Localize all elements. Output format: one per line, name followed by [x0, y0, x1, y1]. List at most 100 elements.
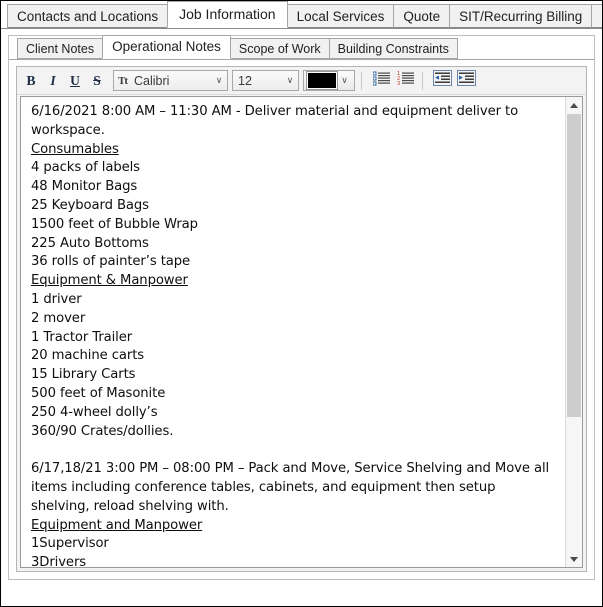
scrollbar-thumb[interactable] [567, 114, 581, 417]
font-family-value: Calibri [134, 73, 170, 88]
note-line: Consumables [31, 141, 557, 160]
tab-building-constraints[interactable]: Building Constraints [328, 38, 458, 59]
tab-scope-of-work[interactable]: Scope of Work [229, 38, 330, 59]
note-line: 1500 feet of Bubble Wrap [31, 216, 557, 235]
scroll-up-button[interactable] [566, 97, 582, 113]
numbered-list-icon: 1 2 3 [397, 71, 414, 91]
note-text: 15 Library Carts [31, 367, 136, 383]
note-text: 1 driver [31, 291, 82, 307]
underline-icon: U [70, 72, 80, 88]
color-swatch [305, 71, 339, 90]
tab-job-information[interactable]: Job Information [167, 1, 288, 28]
note-line: 250 4-wheel dolly’s [31, 404, 557, 423]
note-line: 1 Tractor Trailer [31, 329, 557, 348]
note-text: Equipment & Manpower [31, 273, 188, 289]
scroll-down-button[interactable] [566, 551, 582, 567]
note-line: 20 machine carts [31, 347, 557, 366]
notes-panel: Client Notes Operational Notes Scope of … [8, 35, 595, 580]
note-text: 6/16/2021 8:00 AM – 11:30 AM - Deliver m… [31, 104, 519, 138]
note-text: 500 feet of Masonite [31, 385, 166, 401]
note-line: 4 packs of labels [31, 159, 557, 178]
notes-text-area[interactable]: 6/16/2021 8:00 AM – 11:30 AM - Deliver m… [20, 96, 583, 568]
tab-billing-information[interactable]: Billing Informatio [591, 4, 602, 28]
inner-tab-bar: Client Notes Operational Notes Scope of … [9, 35, 594, 60]
tab-label: Job Information [179, 6, 276, 22]
italic-icon: I [50, 72, 56, 88]
notes-document[interactable]: 6/16/2021 8:00 AM – 11:30 AM - Deliver m… [21, 97, 565, 567]
numbered-list-button[interactable]: 1 2 3 [394, 70, 416, 92]
strikethrough-button[interactable]: S [86, 70, 108, 92]
note-line: 48 Monitor Bags [31, 178, 557, 197]
chevron-up-icon [570, 102, 578, 108]
note-text: Consumables [31, 141, 119, 157]
note-line: 3Drivers [31, 554, 557, 567]
note-text: 360/90 Crates/dollies. [31, 423, 174, 439]
application-window: Contacts and Locations Job Information L… [0, 0, 603, 607]
note-line: 25 Keyboard Bags [31, 197, 557, 216]
tab-quote[interactable]: Quote [393, 4, 451, 28]
note-line: 6/17,18/21 3:00 PM – 08:00 PM – Pack and… [31, 460, 557, 516]
tab-operational-notes[interactable]: Operational Notes [102, 35, 231, 59]
chevron-down-icon: ∨ [341, 75, 348, 85]
decrease-indent-button[interactable] [431, 70, 453, 92]
tab-client-notes[interactable]: Client Notes [17, 38, 104, 59]
note-line: 500 feet of Masonite [31, 385, 557, 404]
note-text: 48 Monitor Bags [31, 179, 138, 195]
note-text: 3Drivers [31, 555, 87, 567]
chevron-down-icon [570, 556, 578, 562]
bold-button[interactable]: B [20, 70, 42, 92]
note-text: 225 Auto Bottoms [31, 235, 149, 251]
note-text: 20 machine carts [31, 348, 145, 364]
note-line: 2 mover [31, 310, 557, 329]
increase-indent-icon [456, 70, 476, 91]
rich-text-editor: B I U S Tt Calibri ∨ 12 ∨ ∨ 1 2 3 6/16/2… [16, 66, 587, 572]
tab-label: Quote [403, 9, 441, 24]
note-text: 250 4-wheel dolly’s [31, 404, 158, 420]
job-information-panel: Client Notes Operational Notes Scope of … [1, 29, 602, 606]
svg-text:3: 3 [397, 81, 400, 86]
chevron-down-icon: ∨ [215, 75, 223, 85]
tab-label: Contacts and Locations [17, 9, 159, 24]
text-color-select[interactable]: ∨ [303, 70, 355, 91]
tab-contacts-and-locations[interactable]: Contacts and Locations [7, 4, 169, 28]
note-line-blank [31, 441, 557, 460]
note-line: 360/90 Crates/dollies. [31, 423, 557, 442]
note-line: Equipment & Manpower [31, 272, 557, 291]
note-text: 1 Tractor Trailer [31, 329, 133, 345]
tab-sit-recurring-billing[interactable]: SIT/Recurring Billing [449, 4, 593, 28]
vertical-scrollbar[interactable] [565, 97, 582, 567]
italic-button[interactable]: I [42, 70, 64, 92]
note-line: 1Supervisor [31, 535, 557, 554]
note-text: 1Supervisor [31, 536, 109, 552]
toolbar-divider [361, 71, 362, 90]
tab-label: Client Notes [26, 42, 95, 56]
tab-label: Scope of Work [238, 42, 321, 56]
bulleted-list-icon [372, 71, 390, 91]
underline-button[interactable]: U [64, 70, 86, 92]
tab-label: Building Constraints [337, 42, 449, 56]
tab-local-services[interactable]: Local Services [286, 4, 395, 28]
editor-toolbar: B I U S Tt Calibri ∨ 12 ∨ ∨ 1 2 3 [17, 67, 586, 95]
note-line: 6/16/2021 8:00 AM – 11:30 AM - Deliver m… [31, 103, 557, 141]
note-text: 25 Keyboard Bags [31, 197, 149, 213]
strikethrough-icon: S [93, 72, 101, 88]
note-line: 15 Library Carts [31, 366, 557, 385]
tab-label: Operational Notes [112, 39, 221, 54]
bulleted-list-button[interactable] [370, 70, 392, 92]
increase-indent-button[interactable] [455, 70, 477, 92]
note-line: Equipment and Manpower [31, 517, 557, 536]
note-text: 36 rolls of painter’s tape [31, 254, 191, 270]
tab-label: SIT/Recurring Billing [459, 9, 583, 24]
note-text: Equipment and Manpower [31, 517, 203, 533]
font-family-select[interactable]: Tt Calibri ∨ [113, 70, 228, 91]
note-text: 2 mover [31, 310, 86, 326]
note-line: 1 driver [31, 291, 557, 310]
note-text: 6/17,18/21 3:00 PM – 08:00 PM – Pack and… [31, 461, 550, 514]
bold-icon: B [26, 72, 36, 88]
font-icon: Tt [118, 74, 128, 87]
note-line: 36 rolls of painter’s tape [31, 253, 557, 272]
font-size-value: 12 [238, 73, 252, 88]
font-size-select[interactable]: 12 ∨ [232, 70, 299, 91]
decrease-indent-icon [432, 70, 452, 91]
note-line: 225 Auto Bottoms [31, 235, 557, 254]
